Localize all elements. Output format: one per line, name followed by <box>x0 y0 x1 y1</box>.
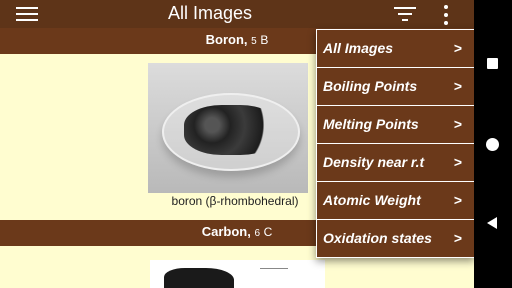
carbon-sample <box>164 268 234 288</box>
chevron-right-icon: > <box>453 78 462 94</box>
element-symbol: C <box>263 225 273 239</box>
menu-item-boiling-points[interactable]: Boiling Points > <box>317 68 474 106</box>
menu-item-oxidation-states[interactable]: Oxidation states > <box>317 220 474 257</box>
element-name: Carbon <box>201 224 248 239</box>
page-title: All Images <box>167 3 253 23</box>
menu-item-label: Density near r.t <box>323 154 425 170</box>
chevron-right-icon: > <box>453 192 462 208</box>
menu-item-label: Boiling Points <box>323 78 418 94</box>
menu-item-label: Atomic Weight <box>323 192 421 208</box>
chevron-right-icon: > <box>453 230 462 246</box>
home-icon[interactable] <box>486 138 499 151</box>
filter-icon[interactable] <box>394 7 416 21</box>
element-symbol: B <box>260 33 269 47</box>
scale-bar <box>260 268 288 279</box>
chevron-right-icon: > <box>453 154 462 170</box>
app-screen: All Images Boron, 5 B boron (β-rhombohed… <box>0 0 474 288</box>
app-bar: All Images <box>0 0 474 28</box>
more-vert-icon[interactable] <box>443 5 449 25</box>
back-icon[interactable] <box>487 217 497 229</box>
system-navigation-bar <box>474 0 512 288</box>
menu-item-label: All Images <box>323 40 394 56</box>
menu-item-density[interactable]: Density near r.t > <box>317 144 474 182</box>
menu-item-label: Oxidation states <box>323 230 432 246</box>
chevron-right-icon: > <box>453 40 462 56</box>
element-number: 5 <box>251 36 257 47</box>
boron-sample <box>184 105 278 155</box>
recents-icon[interactable] <box>487 58 498 69</box>
menu-item-label: Melting Points <box>323 116 419 132</box>
chevron-right-icon: > <box>453 116 462 132</box>
element-name: Boron <box>205 32 244 47</box>
element-image-carbon[interactable] <box>150 260 325 288</box>
menu-item-all-images[interactable]: All Images > <box>317 30 474 68</box>
menu-item-atomic-weight[interactable]: Atomic Weight > <box>317 182 474 220</box>
element-number: 6 <box>254 228 260 239</box>
element-image-boron[interactable] <box>148 63 308 193</box>
overflow-menu: All Images > Boiling Points > Melting Po… <box>316 29 474 258</box>
menu-item-melting-points[interactable]: Melting Points > <box>317 106 474 144</box>
image-caption: boron (β-rhombohedral) <box>171 194 299 208</box>
